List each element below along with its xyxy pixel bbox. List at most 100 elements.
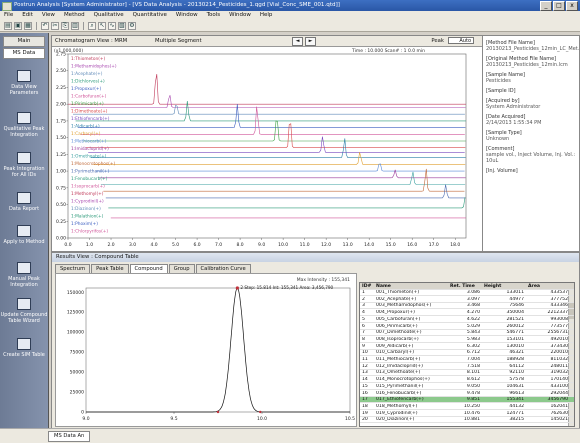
table-row[interactable]: 5 005_Carbofuran(+) 4.622 281521 993008 <box>360 317 574 323</box>
table-row[interactable]: 10 010_Carbaryl(+) 6.712 46321 220010 <box>360 350 574 357</box>
peak-integration-icon <box>17 152 31 164</box>
table-row[interactable]: 17 017_Ethiofencarb(+) 9.851 155341 3456790 <box>360 397 574 404</box>
menu-item[interactable]: Method <box>64 11 85 20</box>
paste-icon[interactable]: ▥ <box>71 22 79 30</box>
tab-spectrum[interactable]: Spectrum <box>55 264 91 273</box>
tab-group[interactable]: Group <box>168 264 195 273</box>
peak-plot[interactable]: Max Intensity : 155,341 150000 125000 10000… <box>56 274 356 426</box>
cut-icon[interactable]: ✂ <box>51 22 59 30</box>
table-cell: 96613 <box>509 390 524 396</box>
tab-calibration-curve[interactable]: Calibration Curve <box>195 264 251 273</box>
legend-entry: 1:Pirimicarb(+) <box>71 101 104 107</box>
next-segment-button[interactable]: ► <box>305 37 316 46</box>
table-row[interactable]: 19 019_Cyprodinil(+) 10.476 124771 762630 <box>360 411 574 417</box>
copy-icon[interactable]: ⎘ <box>61 22 69 30</box>
table-row[interactable]: 2 002_Acephate(+) 3.097 44977 377752 <box>360 297 574 303</box>
zoom-icon[interactable]: ⌕ <box>88 22 96 30</box>
table-cell: 015_Pyrimethanil(+) <box>376 383 424 389</box>
table-header-cell[interactable]: Area <box>528 283 568 290</box>
table-cell: 546771 <box>506 330 524 336</box>
table-header-cell[interactable]: Ret. Time <box>450 283 480 290</box>
undo-icon[interactable]: ↶ <box>41 22 49 30</box>
table-header-cell[interactable]: ID# <box>362 283 374 290</box>
max-intensity-label: Max Intensity : 155,341 <box>297 277 350 283</box>
prev-segment-button[interactable]: ◄ <box>292 37 303 46</box>
integrate-icon[interactable]: ∿ <box>108 22 116 30</box>
data-view-icon <box>17 70 31 82</box>
table-row[interactable]: 6 006_Pirimicarb(+) 5.029 260012 773577 <box>360 324 574 330</box>
legend-entry: 1:Methiocarb(+) <box>71 139 107 145</box>
table-row[interactable]: 16 016_Fenobucarb(+) 9.478 96613 292044 <box>360 391 574 397</box>
y-tick-label: 0.25 <box>56 219 66 225</box>
sidebar-item[interactable]: Data View Parameters <box>0 70 48 96</box>
menu-item[interactable]: File <box>4 11 13 20</box>
method-info-value: System Administrator <box>486 104 541 110</box>
sidebar-item-label: Apply to Method <box>3 239 45 245</box>
sidebar-item[interactable]: Manual Peak Integration <box>0 262 48 288</box>
open-icon[interactable]: ▤ <box>4 22 12 30</box>
sidebar-subheader[interactable]: MS Data <box>3 48 45 59</box>
table-row[interactable]: 18 018_Methomyl(+) 10.250 44132 162041 <box>360 404 574 410</box>
x-tick-label: 8.0 <box>237 242 244 248</box>
menu-item[interactable]: Help <box>260 11 273 20</box>
table-cell: 7.004 <box>466 357 480 362</box>
table-cell: 10 <box>362 350 368 356</box>
menu-item[interactable]: Tools <box>207 11 221 20</box>
table-row[interactable]: 8 008_Isoprocarb(+) 5.983 153101 492010 <box>360 337 574 343</box>
sidebar-item[interactable]: Update Compound Table Wizard <box>0 298 48 324</box>
table-cell: 377752 <box>550 296 568 302</box>
table-row[interactable]: 20 020_Diazinon(+) 10.881 38215 145021 <box>360 417 574 424</box>
menu-item[interactable]: View <box>42 11 55 20</box>
tab-compound[interactable]: Compound <box>129 264 168 273</box>
sidebar-item[interactable]: Qualitative Peak Integration <box>0 112 48 138</box>
menu-item[interactable]: Edit <box>22 11 33 20</box>
x-tick-label: 16.0 <box>407 242 417 248</box>
tab-peak-table[interactable]: Peak Table <box>91 264 129 273</box>
legend-entry: 1:Pyrimethanil(+) <box>71 169 110 175</box>
chromatogram-plot[interactable]: (x1,000,000) Time : 10.000 Scan# : 1 0.0 … <box>52 46 482 251</box>
cursor-icon[interactable]: ↖ <box>98 22 106 30</box>
menu-item[interactable]: Quantitative <box>133 11 167 20</box>
menu-item[interactable]: Window <box>229 11 251 20</box>
sidebar-item[interactable]: Peak Integration for All IDs <box>0 152 48 178</box>
table-row[interactable]: 4 004_Propoxur(+) 4.270 350004 2212337 <box>360 310 574 317</box>
table-header-cell[interactable]: Height <box>484 283 524 290</box>
table-row[interactable]: 9 009_Aldicarb(+) 6.302 130010 373430 <box>360 344 574 350</box>
zoom-select[interactable]: Auto <box>448 37 474 44</box>
table-cell: 220010 <box>550 350 568 356</box>
y-tick-label: 1.75 <box>56 118 66 124</box>
table-header-cell[interactable]: Name <box>376 283 446 290</box>
axis-info: Time : 10.000 Scan# : 1 0.0 min <box>351 48 425 54</box>
sidebar-item[interactable]: Create SIM Table <box>0 338 48 358</box>
sidebar-item[interactable]: Data Report <box>0 192 48 212</box>
menu-item[interactable]: Qualitative <box>94 11 124 20</box>
table-row[interactable]: 13 013_Omethoate(+) 8.101 92110 319032 <box>360 370 574 377</box>
settings-icon[interactable]: ⚙ <box>128 22 136 30</box>
close-button[interactable]: x <box>566 1 578 11</box>
wizard-icon <box>17 298 31 310</box>
peak-y-tick-label: 75000 <box>70 350 84 356</box>
table-row[interactable]: 7 007_Dimethoate(+) 5.843 546771 2556731 <box>360 330 574 337</box>
table-cell: 3.086 <box>466 290 480 295</box>
report-icon[interactable]: ▧ <box>118 22 126 30</box>
table-row[interactable]: 11 011_Methiocarb(+) 7.004 188928 811032 <box>360 357 574 363</box>
menu-item[interactable]: Window <box>176 11 198 20</box>
table-row[interactable]: 15 015_Pyrimethanil(+) 9.050 104631 433100 <box>360 384 574 390</box>
sidebar-header[interactable]: Main <box>3 36 45 47</box>
table-row[interactable]: 14 014_Monocrotophos(+) 8.612 57578 170140 <box>360 377 574 384</box>
table-cell: 44132 <box>509 403 524 409</box>
table-cell: 003_Methamidophos(+) <box>376 303 432 309</box>
peak-y-tick-label: 150000 <box>67 290 84 296</box>
table-cell: 002_Acephate(+) <box>376 296 417 302</box>
table-row[interactable]: 3 003_Methamidophos(+) 3.468 75646 433346 <box>360 303 574 310</box>
x-tick-label: 6.0 <box>193 242 200 248</box>
minimize-button[interactable]: _ <box>540 1 552 11</box>
table-row[interactable]: 1 001_Thiometon(+) 3.086 133011 433537 <box>360 290 574 296</box>
segment-label: Multiple Segment <box>155 38 202 44</box>
print-icon[interactable]: ▦ <box>24 22 32 30</box>
maximize-button[interactable]: □ <box>553 1 565 11</box>
sidebar-item[interactable]: Apply to Method <box>0 225 48 245</box>
save-icon[interactable]: ▣ <box>14 22 22 30</box>
data-tab[interactable]: MS Data An <box>48 431 91 442</box>
table-row[interactable]: 12 012_Imidacloprid(+) 7.518 64112 248011 <box>360 364 574 370</box>
